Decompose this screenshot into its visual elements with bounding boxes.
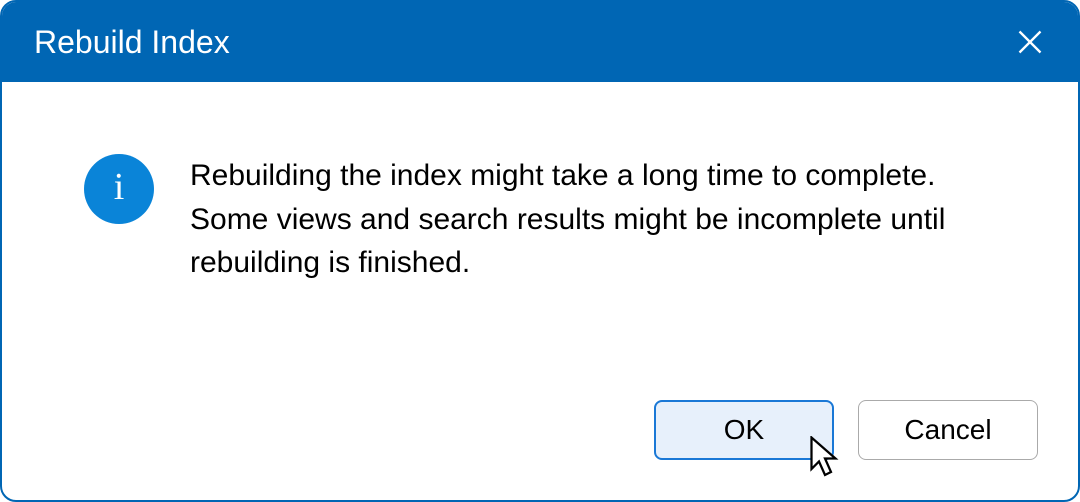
close-icon[interactable]: [1010, 22, 1050, 62]
rebuild-index-dialog: Rebuild Index i Rebuilding the index mig…: [0, 0, 1080, 502]
button-row: OK Cancel: [2, 400, 1078, 500]
info-icon-glyph: i: [114, 168, 125, 206]
info-icon: i: [84, 154, 154, 224]
dialog-title: Rebuild Index: [34, 24, 230, 61]
titlebar: Rebuild Index: [2, 2, 1078, 82]
cancel-button[interactable]: Cancel: [858, 400, 1038, 460]
dialog-body: i Rebuilding the index might take a long…: [2, 82, 1078, 400]
dialog-message: Rebuilding the index might take a long t…: [190, 154, 1018, 285]
ok-button[interactable]: OK: [654, 400, 834, 460]
